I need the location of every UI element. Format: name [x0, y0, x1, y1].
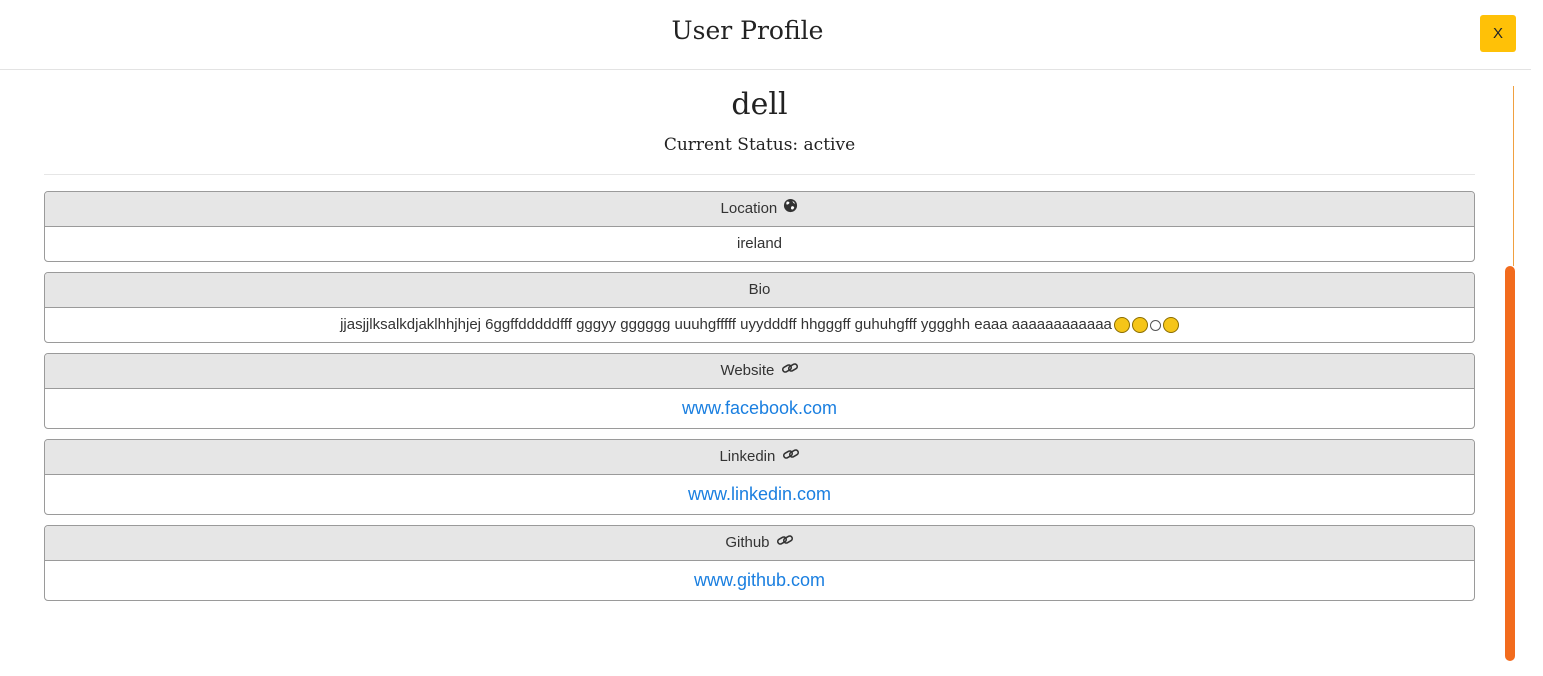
grinning-smiling-eyes-emoji	[1113, 317, 1130, 334]
scrollbar-track[interactable]	[1513, 86, 1514, 266]
linkedin-body: www.linkedin.com	[45, 475, 1474, 514]
linkedin-card: Linkedin www.linkedin.com	[44, 439, 1475, 515]
modal-body: dell Current Status: active Location ire…	[44, 70, 1475, 676]
divider	[44, 174, 1475, 175]
website-header: Website	[45, 354, 1474, 389]
github-card: Github www.github.com	[44, 525, 1475, 601]
location-header: Location	[45, 192, 1474, 227]
linkedin-label: Linkedin	[719, 448, 776, 465]
grinning-emoji	[1131, 317, 1148, 334]
github-header: Github	[45, 526, 1474, 561]
smiling-halo-emoji	[1162, 317, 1179, 334]
linkedin-header: Linkedin	[45, 440, 1474, 475]
smiling-face-emoji	[1149, 319, 1161, 331]
bio-text: jjasjjlksalkdjaklhhjhjej 6ggffdddddfff g…	[340, 316, 1112, 333]
modal-header: User Profile X	[0, 0, 1531, 70]
globe-icon	[783, 192, 798, 226]
location-card: Location ireland	[44, 191, 1475, 262]
website-body: www.facebook.com	[45, 389, 1474, 428]
github-body: www.github.com	[45, 561, 1474, 600]
github-link[interactable]: www.github.com	[694, 570, 825, 590]
link-icon	[776, 526, 794, 560]
current-status: Current Status: active	[663, 135, 856, 155]
bio-label: Bio	[748, 281, 771, 298]
website-link[interactable]: www.facebook.com	[682, 398, 837, 418]
bio-header: Bio	[45, 273, 1474, 308]
bio-card: Bio jjasjjlksalkdjaklhhjhjej 6ggffdddddf…	[44, 272, 1475, 343]
website-card: Website www.facebook.com	[44, 353, 1475, 429]
location-label: Location	[720, 200, 778, 217]
modal-title: User Profile	[671, 16, 824, 45]
linkedin-link[interactable]: www.linkedin.com	[688, 484, 831, 504]
link-icon	[781, 354, 799, 388]
link-icon	[782, 440, 800, 474]
location-value: ireland	[736, 235, 783, 252]
close-button[interactable]: X	[1480, 15, 1516, 52]
github-label: Github	[725, 534, 770, 551]
user-profile-modal: User Profile X dell Current Status: acti…	[0, 0, 1531, 676]
bio-body: jjasjjlksalkdjaklhhjhjej 6ggffdddddfff g…	[45, 308, 1474, 342]
scrollbar-thumb[interactable]	[1505, 266, 1515, 661]
website-label: Website	[720, 362, 775, 379]
username-heading: dell	[731, 87, 788, 122]
